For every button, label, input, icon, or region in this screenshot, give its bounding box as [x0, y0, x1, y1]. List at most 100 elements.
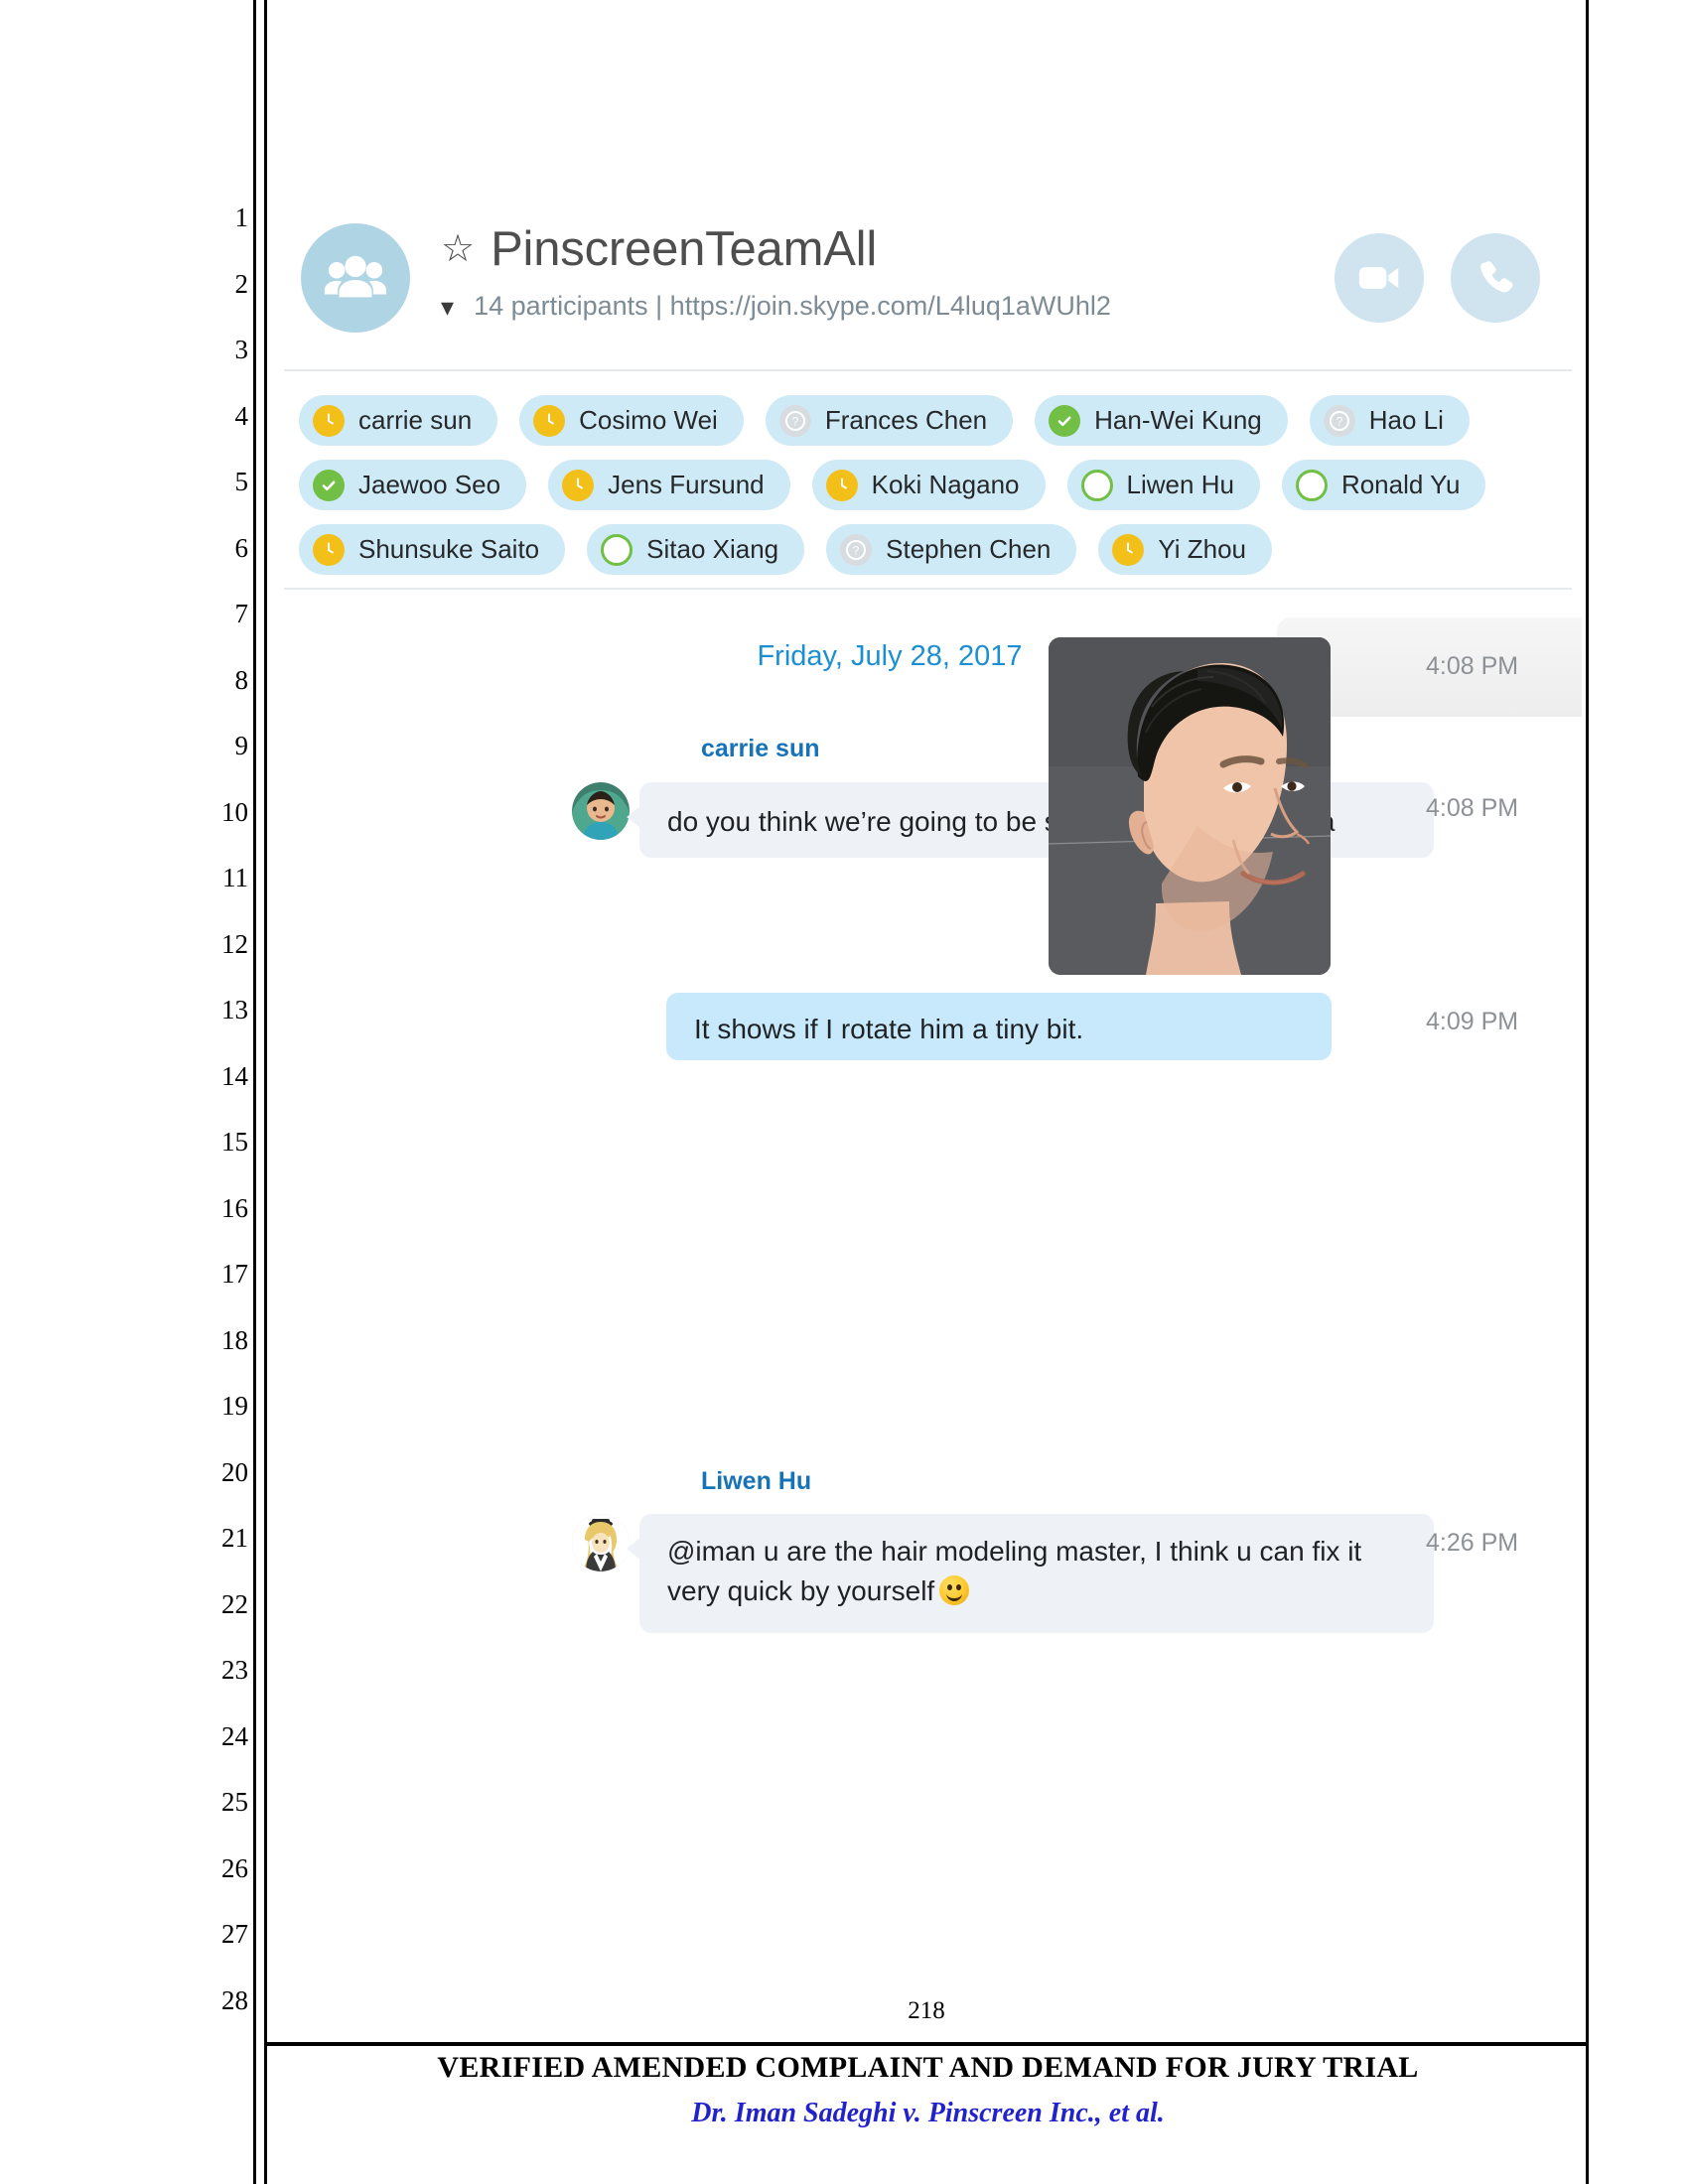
- participant-chip-frances-chen[interactable]: ? Frances Chen: [765, 395, 1014, 446]
- message-timestamp: 4:26 PM: [1426, 1529, 1519, 1557]
- participant-name: Ronald Yu: [1340, 470, 1461, 499]
- smiling-face-emoji: [939, 1574, 970, 1605]
- people-group-icon: [301, 223, 410, 333]
- participant-name: Cosimo Wei: [579, 405, 718, 435]
- avatar: [572, 782, 630, 840]
- line-number: 22: [221, 1588, 248, 1619]
- message-text-line-2: very quick by yourself: [667, 1571, 1406, 1611]
- line-number: 26: [221, 1852, 248, 1883]
- participant-chip-ronald-yu[interactable]: Ronald Yu: [1281, 460, 1486, 510]
- line-number: 12: [221, 928, 248, 959]
- skype-chat-screenshot: ☆ PinscreenTeamAll ▾ 14 participants | h…: [274, 0, 1582, 1980]
- participant-chip-yi-zhou[interactable]: Yi Zhou: [1098, 524, 1273, 575]
- clock-icon: [313, 533, 345, 566]
- participant-name: carrie sun: [358, 405, 473, 435]
- message-sender-name: carrie sun: [701, 735, 820, 762]
- participant-name: Han-Wei Kung: [1094, 405, 1262, 435]
- participant-name: Hao Li: [1368, 405, 1444, 435]
- bubble-tail: [627, 806, 640, 828]
- participant-chip-han-wei-kung[interactable]: Han-Wei Kung: [1035, 395, 1288, 446]
- participant-name: Frances Chen: [824, 405, 988, 435]
- participants-and-join-link[interactable]: 14 participants | https://join.skype.com…: [474, 291, 1111, 322]
- participant-chip-koki-nagano[interactable]: Koki Nagano: [811, 460, 1046, 510]
- line-number: 7: [234, 599, 249, 628]
- participants-divider: [284, 588, 1572, 590]
- line-number: 15: [221, 1127, 248, 1157]
- participant-row: Shunsuke Saito Sitao Xiang ? Stephen Che…: [299, 524, 1570, 575]
- header-divider: [284, 369, 1572, 371]
- line-number: 5: [234, 467, 249, 496]
- participant-name: Shunsuke Saito: [358, 534, 540, 564]
- participant-name: Sitao Xiang: [646, 534, 779, 564]
- message-text: It shows if I rotate him a tiny bit.: [694, 1014, 1084, 1044]
- message-image-rendered-head[interactable]: [1049, 637, 1331, 975]
- question-mark-icon: ?: [1323, 404, 1355, 437]
- line-number: 21: [221, 1523, 248, 1553]
- line-number: 14: [221, 1060, 248, 1091]
- line-number: 28: [221, 1984, 248, 2015]
- participant-chip-list: carrie sun Cosimo Wei ? Frances Chen Han…: [299, 395, 1570, 589]
- avatar: [572, 1514, 630, 1571]
- participant-name: Yi Zhou: [1158, 534, 1247, 564]
- message-timestamp: 4:08 PM: [1426, 794, 1519, 822]
- line-number: 1: [234, 203, 249, 232]
- bubble-tail: [1330, 657, 1331, 679]
- participant-chip-stephen-chen[interactable]: ? Stephen Chen: [826, 524, 1077, 575]
- chevron-down-icon[interactable]: ▾: [441, 294, 454, 320]
- left-margin-rule-inner: [264, 0, 267, 2184]
- line-number: 27: [221, 1919, 248, 1949]
- pleading-page: 1 2 3 4 5 6 7 8 9 10 11 12 13 14 15 16 1…: [0, 0, 1688, 2184]
- message-timestamp: 4:09 PM: [1426, 1008, 1519, 1035]
- audio-call-button[interactable]: [1451, 233, 1540, 323]
- participant-chip-jens-fursund[interactable]: Jens Fursund: [548, 460, 790, 510]
- bubble-tail: [627, 1538, 640, 1560]
- line-number: 19: [221, 1391, 248, 1421]
- line-number: 10: [221, 796, 248, 827]
- question-mark-icon: ?: [778, 404, 811, 437]
- line-number: 6: [234, 532, 249, 563]
- chat-subtitle-row: ▾ 14 participants | https://join.skype.c…: [441, 291, 1111, 322]
- participant-chip-jaewoo-seo[interactable]: Jaewoo Seo: [299, 460, 527, 510]
- line-number: 4: [234, 400, 249, 431]
- message-bubble[interactable]: It shows if I rotate him a tiny bit.: [666, 993, 1332, 1060]
- chat-title-row: ☆ PinscreenTeamAll: [441, 221, 877, 277]
- page-number: 218: [908, 1997, 945, 2024]
- participant-chip-cosimo-wei[interactable]: Cosimo Wei: [519, 395, 744, 446]
- line-number: 18: [221, 1324, 248, 1355]
- participant-chip-liwen-hu[interactable]: Liwen Hu: [1066, 460, 1260, 510]
- participant-name: Jens Fursund: [608, 470, 765, 499]
- clock-icon: [533, 404, 566, 437]
- line-number: 8: [234, 664, 249, 695]
- clock-icon: [825, 469, 858, 501]
- message-text-line-2-text: very quick by yourself: [667, 1574, 935, 1606]
- participant-name: Liwen Hu: [1126, 470, 1234, 499]
- question-mark-icon: ?: [840, 533, 873, 566]
- star-icon[interactable]: ☆: [441, 230, 475, 268]
- line-number: 17: [221, 1259, 248, 1289]
- ring-icon: [601, 533, 633, 566]
- participant-row: carrie sun Cosimo Wei ? Frances Chen Han…: [299, 395, 1570, 446]
- page-title: PinscreenTeamAll: [491, 222, 878, 276]
- check-icon: [1049, 404, 1081, 437]
- chat-header: ☆ PinscreenTeamAll ▾ 14 participants | h…: [274, 204, 1582, 372]
- line-number-gutter: 1 2 3 4 5 6 7 8 9 10 11 12 13 14 15 16 1…: [197, 185, 248, 2033]
- video-call-button[interactable]: [1335, 233, 1424, 323]
- line-number: 9: [234, 731, 249, 760]
- participant-chip-sitao-xiang[interactable]: Sitao Xiang: [587, 524, 805, 575]
- message-text-line-1: @iman u are the hair modeling master, I …: [667, 1536, 1362, 1567]
- participant-chip-hao-li[interactable]: ? Hao Li: [1309, 395, 1470, 446]
- check-icon: [313, 469, 345, 501]
- footer-rule: [267, 2042, 1589, 2046]
- message-timestamp: 4:08 PM: [1426, 652, 1519, 680]
- line-number: 23: [221, 1655, 248, 1685]
- clock-icon: [562, 469, 595, 501]
- line-number: 2: [234, 268, 249, 299]
- line-number: 3: [234, 335, 249, 364]
- participant-name: Jaewoo Seo: [358, 470, 501, 499]
- footer-case-caption: Dr. Iman Sadeghi v. Pinscreen Inc., et a…: [691, 2098, 1165, 2128]
- clock-icon: [313, 404, 345, 437]
- footer-title: VERIFIED AMENDED COMPLAINT AND DEMAND FO…: [437, 2051, 1419, 2084]
- participant-chip-carrie-sun[interactable]: carrie sun: [299, 395, 498, 446]
- participant-chip-shunsuke-saito[interactable]: Shunsuke Saito: [299, 524, 566, 575]
- message-bubble[interactable]: @iman u are the hair modeling master, I …: [627, 1514, 1434, 1633]
